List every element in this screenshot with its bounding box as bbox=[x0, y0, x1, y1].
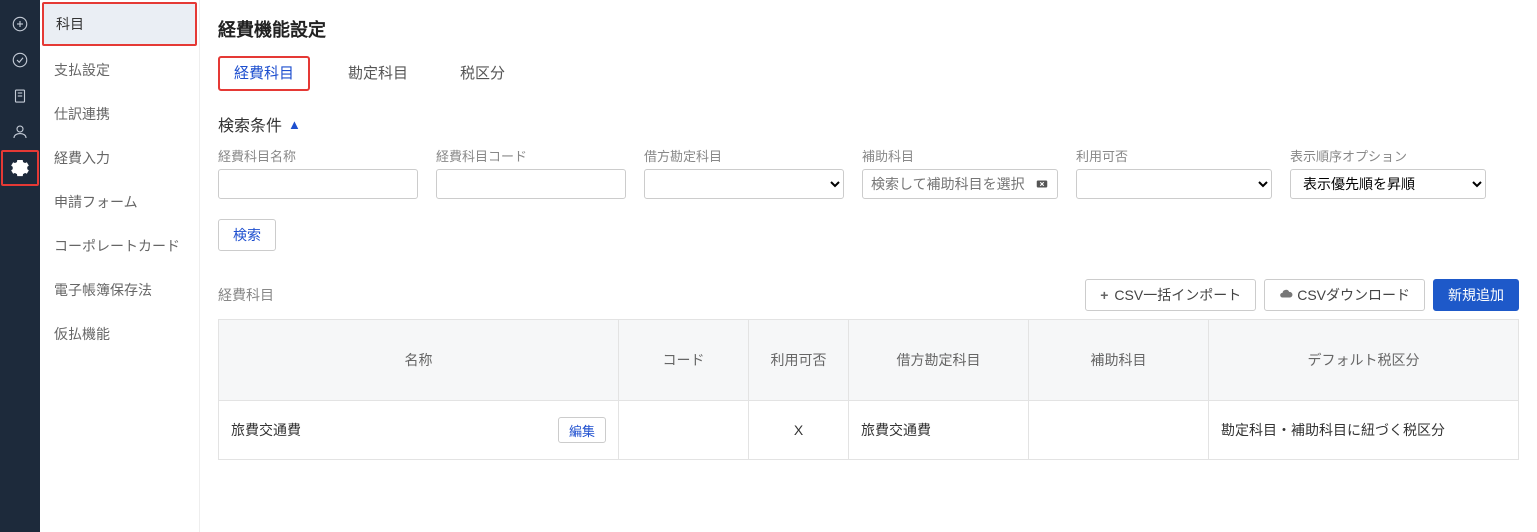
csv-import-label: CSV一括インポート bbox=[1114, 285, 1241, 305]
csv-import-button[interactable]: CSV一括インポート bbox=[1085, 279, 1256, 311]
list-title: 経費科目 bbox=[218, 285, 274, 305]
sidebar-item-label: コーポレートカード bbox=[54, 238, 180, 254]
filter-name-label: 経費科目名称 bbox=[218, 146, 418, 165]
csv-download-label: CSVダウンロード bbox=[1297, 285, 1410, 305]
sidebar-item-ebook-law[interactable]: 電子帳簿保存法 bbox=[40, 268, 199, 312]
filter-debit-select[interactable] bbox=[644, 169, 844, 199]
cell-debit: 旅費交通費 bbox=[849, 401, 1029, 460]
filter-sort-label: 表示順序オプション bbox=[1290, 146, 1486, 165]
tab-expense-account[interactable]: 経費科目 bbox=[218, 56, 310, 91]
tabs: 経費科目 勘定科目 税区分 bbox=[218, 56, 1519, 92]
caret-up-icon: ▲ bbox=[288, 117, 301, 132]
cloud-download-icon bbox=[1279, 287, 1293, 304]
tab-label: 経費科目 bbox=[234, 65, 294, 82]
cell-usable: X bbox=[749, 401, 849, 460]
col-debit: 借方勘定科目 bbox=[849, 320, 1029, 401]
sidebar-item-corporate-card[interactable]: コーポレートカード bbox=[40, 224, 199, 268]
tab-label: 勘定科目 bbox=[348, 65, 408, 82]
filter-code-label: 経費科目コード bbox=[436, 146, 626, 165]
filter-name: 経費科目名称 bbox=[218, 146, 418, 199]
sidebar-item-journal-link[interactable]: 仕訳連携 bbox=[40, 92, 199, 136]
sidebar-item-label: 仕訳連携 bbox=[54, 106, 110, 122]
sidebar: 科目 支払設定 仕訳連携 経費入力 申請フォーム コーポレートカード 電子帳簿保… bbox=[40, 0, 200, 532]
sidebar-item-label: 申請フォーム bbox=[54, 194, 138, 210]
rail-plus-icon[interactable] bbox=[0, 6, 40, 42]
filter-usable-label: 利用可否 bbox=[1076, 146, 1272, 165]
search-header-label: 検索条件 bbox=[218, 112, 282, 136]
cell-tax: 勘定科目・補助科目に紐づく税区分 bbox=[1209, 401, 1519, 460]
edit-button[interactable]: 編集 bbox=[558, 417, 606, 443]
col-sub: 補助科目 bbox=[1029, 320, 1209, 401]
sidebar-item-expense-input[interactable]: 経費入力 bbox=[40, 136, 199, 180]
filter-sort: 表示順序オプション 表示優先順を昇順 bbox=[1290, 146, 1486, 199]
cell-name: 旅費交通費 編集 bbox=[219, 401, 619, 460]
sidebar-item-payment-settings[interactable]: 支払設定 bbox=[40, 48, 199, 92]
filter-usable-select[interactable] bbox=[1076, 169, 1272, 199]
search-header[interactable]: 検索条件 ▲ bbox=[218, 112, 1519, 136]
rail-gear-icon[interactable] bbox=[1, 150, 39, 186]
list-actions: CSV一括インポート CSVダウンロード 新規追加 bbox=[1085, 279, 1519, 311]
col-code: コード bbox=[619, 320, 749, 401]
sidebar-item-request-form[interactable]: 申請フォーム bbox=[40, 180, 199, 224]
edit-button-label: 編集 bbox=[569, 421, 595, 440]
rail-receipt-icon[interactable] bbox=[0, 78, 40, 114]
filter-sub-input[interactable] bbox=[862, 169, 1058, 199]
sidebar-item-label: 経費入力 bbox=[54, 150, 110, 166]
filter-sub: 補助科目 bbox=[862, 146, 1058, 199]
page-title: 経費機能設定 bbox=[218, 16, 1519, 42]
filter-code-input[interactable] bbox=[436, 169, 626, 199]
tab-label: 税区分 bbox=[460, 65, 505, 82]
cell-code bbox=[619, 401, 749, 460]
table-row: 旅費交通費 編集 X 旅費交通費 勘定科目・補助科目に紐づく税区分 bbox=[219, 401, 1519, 460]
rail-check-icon[interactable] bbox=[0, 42, 40, 78]
filters: 経費科目名称 経費科目コード 借方勘定科目 補助科目 利用可否 表示順序オプショ bbox=[218, 146, 1519, 199]
filter-usable: 利用可否 bbox=[1076, 146, 1272, 199]
tab-account-title[interactable]: 勘定科目 bbox=[334, 56, 422, 91]
csv-download-button[interactable]: CSVダウンロード bbox=[1264, 279, 1425, 311]
filter-sub-label: 補助科目 bbox=[862, 146, 1058, 165]
cell-sub bbox=[1029, 401, 1209, 460]
col-tax: デフォルト税区分 bbox=[1209, 320, 1519, 401]
sidebar-item-label: 仮払機能 bbox=[54, 326, 110, 342]
col-usable: 利用可否 bbox=[749, 320, 849, 401]
rail-person-icon[interactable] bbox=[0, 114, 40, 150]
tab-tax-category[interactable]: 税区分 bbox=[446, 56, 519, 91]
add-new-button[interactable]: 新規追加 bbox=[1433, 279, 1519, 311]
add-new-label: 新規追加 bbox=[1448, 285, 1504, 305]
filter-code: 経費科目コード bbox=[436, 146, 626, 199]
row-name: 旅費交通費 bbox=[231, 420, 301, 440]
sidebar-item-label: 科目 bbox=[56, 16, 84, 32]
main-content: 経費機能設定 経費科目 勘定科目 税区分 検索条件 ▲ 経費科目名称 経費科目コ… bbox=[200, 0, 1537, 532]
filter-name-input[interactable] bbox=[218, 169, 418, 199]
filter-sort-select[interactable]: 表示優先順を昇順 bbox=[1290, 169, 1486, 199]
filter-debit: 借方勘定科目 bbox=[644, 146, 844, 199]
table-header-row: 名称 コード 利用可否 借方勘定科目 補助科目 デフォルト税区分 bbox=[219, 320, 1519, 401]
sidebar-item-label: 電子帳簿保存法 bbox=[54, 282, 152, 298]
plus-icon bbox=[1100, 287, 1110, 303]
icon-rail bbox=[0, 0, 40, 532]
sidebar-item-account-titles[interactable]: 科目 bbox=[42, 2, 197, 46]
col-name: 名称 bbox=[219, 320, 619, 401]
search-button[interactable]: 検索 bbox=[218, 219, 276, 251]
list-header-row: 経費科目 CSV一括インポート CSVダウンロード 新規追加 bbox=[218, 279, 1519, 311]
clear-icon[interactable] bbox=[1034, 176, 1050, 192]
search-button-label: 検索 bbox=[233, 225, 261, 245]
sidebar-item-label: 支払設定 bbox=[54, 62, 110, 78]
filter-debit-label: 借方勘定科目 bbox=[644, 146, 844, 165]
sidebar-item-advance-pay[interactable]: 仮払機能 bbox=[40, 312, 199, 356]
expense-table: 名称 コード 利用可否 借方勘定科目 補助科目 デフォルト税区分 旅費交通費 編… bbox=[218, 319, 1519, 460]
